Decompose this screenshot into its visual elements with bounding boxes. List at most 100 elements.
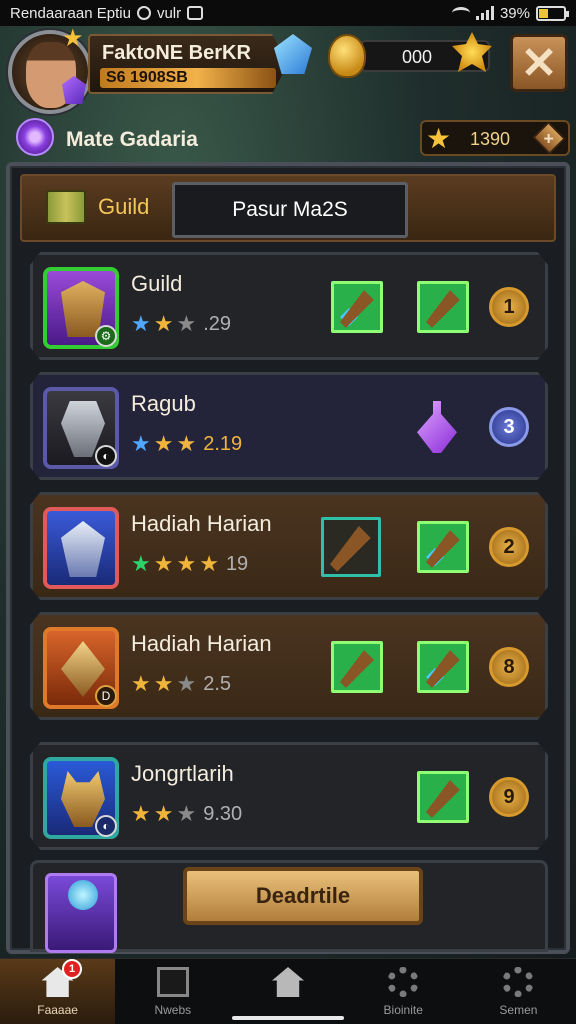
- row-score: .29: [203, 312, 232, 335]
- star-icon: ★: [131, 311, 151, 336]
- reward-slot[interactable]: [417, 641, 469, 693]
- star-icon: ★: [153, 311, 174, 336]
- spear-icon: [426, 650, 466, 690]
- tab-guild-label: Guild: [98, 194, 150, 219]
- bottom-nav: 1 Faaaae Nwebs Bioinite Semen: [0, 958, 576, 1024]
- star-currency[interactable]: ★ 1390 +: [420, 120, 570, 156]
- rank-badge: 2: [489, 527, 529, 567]
- rank-badge: 8: [489, 647, 529, 687]
- star-icon: ★: [153, 431, 174, 456]
- guild-house-icon: [272, 967, 304, 997]
- row-score: 2.19: [203, 432, 243, 455]
- clock-icon: [136, 6, 151, 20]
- status-bar-right: 39%: [451, 5, 569, 22]
- home-indicator[interactable]: [232, 1016, 344, 1020]
- board-icon: [156, 967, 189, 997]
- rank-badge: 9: [489, 777, 529, 817]
- star-icon: ★: [131, 431, 151, 456]
- tab-guild[interactable]: Guild: [46, 190, 149, 224]
- orb-icon: [68, 880, 98, 910]
- notification-badge: 1: [62, 959, 82, 979]
- row-title: Guild: [131, 271, 183, 296]
- gear-icon: [502, 967, 535, 997]
- reward-slot[interactable]: [417, 281, 469, 333]
- guild-orb-icon: [16, 118, 54, 156]
- guild-panel: Guild Pasur Ma2S ⚙ Guild ★ ★ ★ .29 1 ◐ R…: [6, 162, 570, 954]
- xp-text: S6 1908SB: [106, 69, 188, 86]
- gold-coin-icon: [328, 34, 366, 78]
- battery-icon: [536, 5, 569, 21]
- potion-icon[interactable]: [417, 401, 457, 453]
- star-icon: ★: [176, 551, 197, 576]
- hammer-icon: [426, 290, 466, 330]
- nav-label: Faaaae: [37, 1003, 78, 1017]
- nav-news[interactable]: Nwebs: [115, 959, 230, 1024]
- star-icon: ★: [426, 123, 452, 154]
- xp-bar: S6 1908SB: [100, 68, 276, 88]
- tab-active[interactable]: Pasur Ma2S: [172, 182, 408, 238]
- star-icon: ★: [176, 431, 197, 456]
- action-button[interactable]: Deadrtile: [183, 867, 423, 925]
- nav-more[interactable]: Semen: [461, 959, 576, 1024]
- nav-label: Nwebs: [154, 1003, 192, 1017]
- hero-badge: D: [95, 685, 117, 707]
- star-icon: ★: [199, 551, 219, 576]
- star-rating: ★ ★ ★ ★ 19: [131, 551, 248, 577]
- tab-bar: Guild Pasur Ma2S: [20, 174, 556, 242]
- nav-label: Semen: [499, 1003, 538, 1017]
- hero-badge: ◐: [95, 815, 117, 837]
- nav-settings[interactable]: Bioinite: [346, 959, 461, 1024]
- hero-portrait: ◐: [43, 757, 119, 839]
- gold-amount: 000: [402, 47, 433, 67]
- reward-slot[interactable]: [417, 771, 469, 823]
- close-button[interactable]: ✕: [510, 34, 568, 92]
- star-rating: ★ ★ ★ 2.19: [131, 431, 242, 457]
- star-icon: ★: [153, 551, 174, 576]
- hero-portrait: [43, 507, 119, 589]
- star-rating: ★ ★ ★ 9.30: [131, 801, 242, 827]
- status-bar-left: Rendaaraan Eptiu vulr: [10, 5, 452, 22]
- star-amount: 1390: [470, 129, 511, 149]
- mace-icon: [330, 526, 378, 574]
- add-symbol: +: [543, 128, 554, 149]
- list-item[interactable]: D Hadiah Harian ★ ★ ★ 2.5 8: [30, 612, 548, 720]
- row-score: 9.30: [203, 802, 243, 825]
- status-text: Rendaaraan Eptiu: [10, 4, 131, 22]
- hero-badge: ⚙: [95, 325, 117, 347]
- row-title: Ragub: [131, 391, 196, 416]
- wifi-icon: [451, 7, 470, 19]
- list-item[interactable]: Hadiah Harian ★ ★ ★ ★ 19 2: [30, 492, 548, 600]
- star-icon: ★: [176, 671, 197, 696]
- hero-portrait: ⚙: [43, 267, 119, 349]
- hero-portrait: ◐: [43, 387, 119, 469]
- add-stars-button[interactable]: +: [532, 121, 566, 155]
- player-name-plate: FaktoNE BerKR S6 1908SB: [88, 34, 288, 94]
- carrier-text: vulr: [156, 4, 182, 22]
- reward-slot[interactable]: [321, 517, 381, 577]
- list-item[interactable]: ◐ Ragub ★ ★ ★ 2.19 3: [30, 372, 548, 480]
- reward-slot[interactable]: [331, 281, 383, 333]
- spear-icon: [340, 290, 380, 330]
- signal-icon: [475, 6, 494, 20]
- notification-icon: [187, 6, 204, 20]
- star-icon: ★: [131, 671, 151, 696]
- row-score: 2.5: [203, 672, 232, 695]
- nav-guild-home[interactable]: [230, 959, 345, 1024]
- book-icon: [46, 190, 86, 224]
- nav-home[interactable]: 1 Faaaae: [0, 959, 116, 1024]
- list-item-partial: Deadrtile: [30, 860, 548, 953]
- reward-slot[interactable]: [417, 521, 469, 573]
- mask-icon: [61, 521, 105, 577]
- action-button-label: Deadrtile: [255, 883, 351, 908]
- row-title: Hadiah Harian: [131, 511, 272, 536]
- rank-badge: 3: [489, 407, 529, 447]
- reward-slot[interactable]: [331, 641, 383, 693]
- row-title: Jongrtlarih: [131, 761, 234, 786]
- row-score: 19: [225, 552, 249, 575]
- rank-star-icon: ★: [62, 25, 84, 52]
- star-rating: ★ ★ ★ .29: [131, 311, 231, 337]
- list-item[interactable]: ◐ Jongrtlarih ★ ★ ★ 9.30 9: [30, 742, 548, 850]
- star-icon: ★: [131, 801, 151, 826]
- list-item[interactable]: ⚙ Guild ★ ★ ★ .29 1: [30, 252, 548, 360]
- star-icon: ★: [153, 671, 174, 696]
